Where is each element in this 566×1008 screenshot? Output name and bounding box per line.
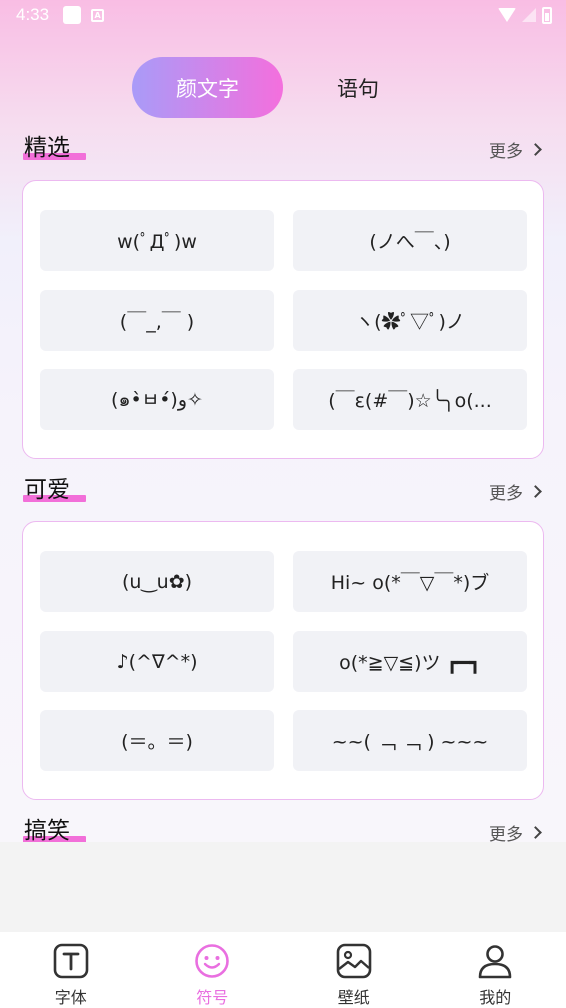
nav-item-wallpaper[interactable]: 壁纸 xyxy=(283,932,425,1008)
kaomoji-item[interactable]: (ノへ￣、) xyxy=(293,210,527,271)
kaomoji-card-featured: w(ﾟДﾟ)w (ノへ￣、) (￣_,￣ ) ヽ(✿ﾟ▽ﾟ)ノ (๑•̀ㅂ•́)… xyxy=(22,180,544,459)
user-icon xyxy=(477,943,513,979)
chevron-right-icon xyxy=(529,826,542,839)
more-button[interactable]: 更多 xyxy=(489,479,542,504)
nav-label: 壁纸 xyxy=(337,988,370,1007)
nav-item-font[interactable]: 字体 xyxy=(0,932,142,1008)
font-icon xyxy=(53,943,89,979)
category-tabs: 颜文字 语句 xyxy=(132,57,432,118)
more-button[interactable]: 更多 xyxy=(489,820,542,842)
more-label: 更多 xyxy=(489,484,523,504)
section-title: 精选 xyxy=(24,135,70,161)
app-notification-icon: A xyxy=(91,8,105,22)
kaomoji-item[interactable]: w(ﾟДﾟ)w xyxy=(40,210,274,271)
notification-icon xyxy=(63,6,82,24)
kaomoji-item[interactable]: ♪(^∇^*) xyxy=(40,631,274,692)
status-time: 4:33 xyxy=(16,5,50,24)
section-header-featured: 精选 更多 xyxy=(0,133,566,169)
section-title: 搞笑 xyxy=(24,818,70,842)
tab-kaomoji[interactable]: 颜文字 xyxy=(132,57,283,118)
kaomoji-item[interactable]: (๑•̀ㅂ•́)و✧ xyxy=(40,369,274,430)
status-bar: 4:33 A xyxy=(0,0,566,30)
tab-phrases[interactable]: 语句 xyxy=(308,57,408,118)
nav-item-symbols[interactable]: 符号 xyxy=(142,932,284,1008)
section-header-cute: 可爱 更多 xyxy=(0,475,566,511)
nav-label: 我的 xyxy=(479,988,512,1007)
section-header-funny: 搞笑 更多 xyxy=(0,816,566,842)
chevron-right-icon xyxy=(529,485,542,498)
kaomoji-item[interactable]: o(*≧▽≦)ツ ┏━┓ xyxy=(293,631,527,692)
bottom-navigation: 字体 符号 壁纸 我的 xyxy=(0,932,566,1008)
kaomoji-card-cute: (u‿u✿) Hi~ o(*￣▽￣*)ブ ♪(^∇^*) o(*≧▽≦)ツ ┏━… xyxy=(22,521,544,800)
wifi-icon xyxy=(498,8,516,22)
kaomoji-item[interactable]: (￣ε(#￣)☆╰╮o(... xyxy=(293,369,527,430)
more-button[interactable]: 更多 xyxy=(489,137,542,162)
signal-icon xyxy=(522,8,536,22)
kaomoji-item[interactable]: (＝。＝) xyxy=(40,710,274,771)
nav-label: 字体 xyxy=(54,988,87,1007)
kaomoji-item[interactable]: Hi~ o(*￣▽￣*)ブ xyxy=(293,551,527,612)
nav-label: 符号 xyxy=(196,988,229,1007)
more-label: 更多 xyxy=(489,142,523,162)
nav-item-profile[interactable]: 我的 xyxy=(425,932,566,1008)
section-title: 可爱 xyxy=(24,477,70,503)
kaomoji-item[interactable]: ヽ(✿ﾟ▽ﾟ)ノ xyxy=(293,290,527,351)
content-background xyxy=(0,842,566,932)
smiley-icon xyxy=(194,943,230,979)
kaomoji-item[interactable]: (￣_,￣ ) xyxy=(40,290,274,351)
more-label: 更多 xyxy=(489,825,523,842)
kaomoji-item[interactable]: ~~( ﹁ ﹁ ) ~~~ xyxy=(293,710,527,771)
image-icon xyxy=(336,943,372,979)
chevron-right-icon xyxy=(529,143,542,156)
battery-icon xyxy=(542,6,552,24)
kaomoji-item[interactable]: (u‿u✿) xyxy=(40,551,274,612)
